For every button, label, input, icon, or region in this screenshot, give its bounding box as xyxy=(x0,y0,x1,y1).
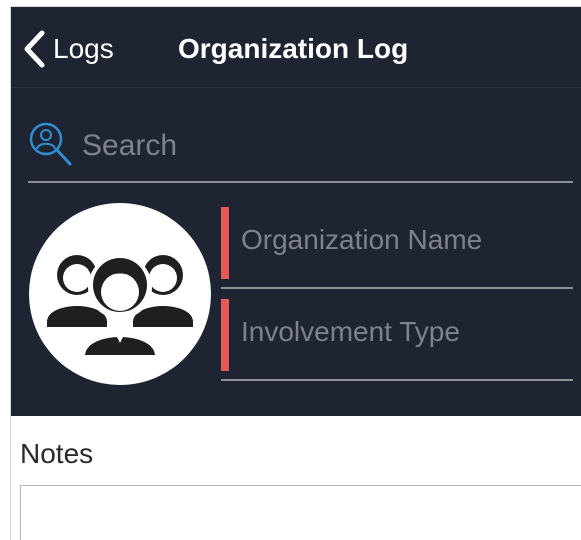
header-section: Logs Organization Log Search Organizatio… xyxy=(11,7,581,416)
involvement-type-field[interactable]: Involvement Type xyxy=(221,291,573,381)
organization-avatar[interactable] xyxy=(29,203,211,385)
screen: Logs Organization Log Search Organizatio… xyxy=(10,6,581,540)
search-bar[interactable]: Search xyxy=(28,115,573,183)
navigation-bar: Logs Organization Log xyxy=(11,7,581,88)
required-indicator xyxy=(221,207,229,279)
chevron-left-icon xyxy=(24,30,45,68)
page-title: Organization Log xyxy=(178,33,409,64)
involvement-type-input[interactable]: Involvement Type xyxy=(241,315,460,349)
notes-input[interactable] xyxy=(20,485,581,540)
notes-label: Notes xyxy=(20,438,94,469)
back-button-label: Logs xyxy=(53,33,114,64)
group-people-icon xyxy=(47,255,193,359)
search-person-icon xyxy=(29,122,72,166)
back-button[interactable]: Logs xyxy=(23,29,114,69)
organization-name-input[interactable]: Organization Name xyxy=(241,223,482,257)
organization-name-field[interactable]: Organization Name xyxy=(221,199,573,289)
search-input[interactable]: Search xyxy=(82,129,562,163)
required-indicator xyxy=(221,299,229,371)
